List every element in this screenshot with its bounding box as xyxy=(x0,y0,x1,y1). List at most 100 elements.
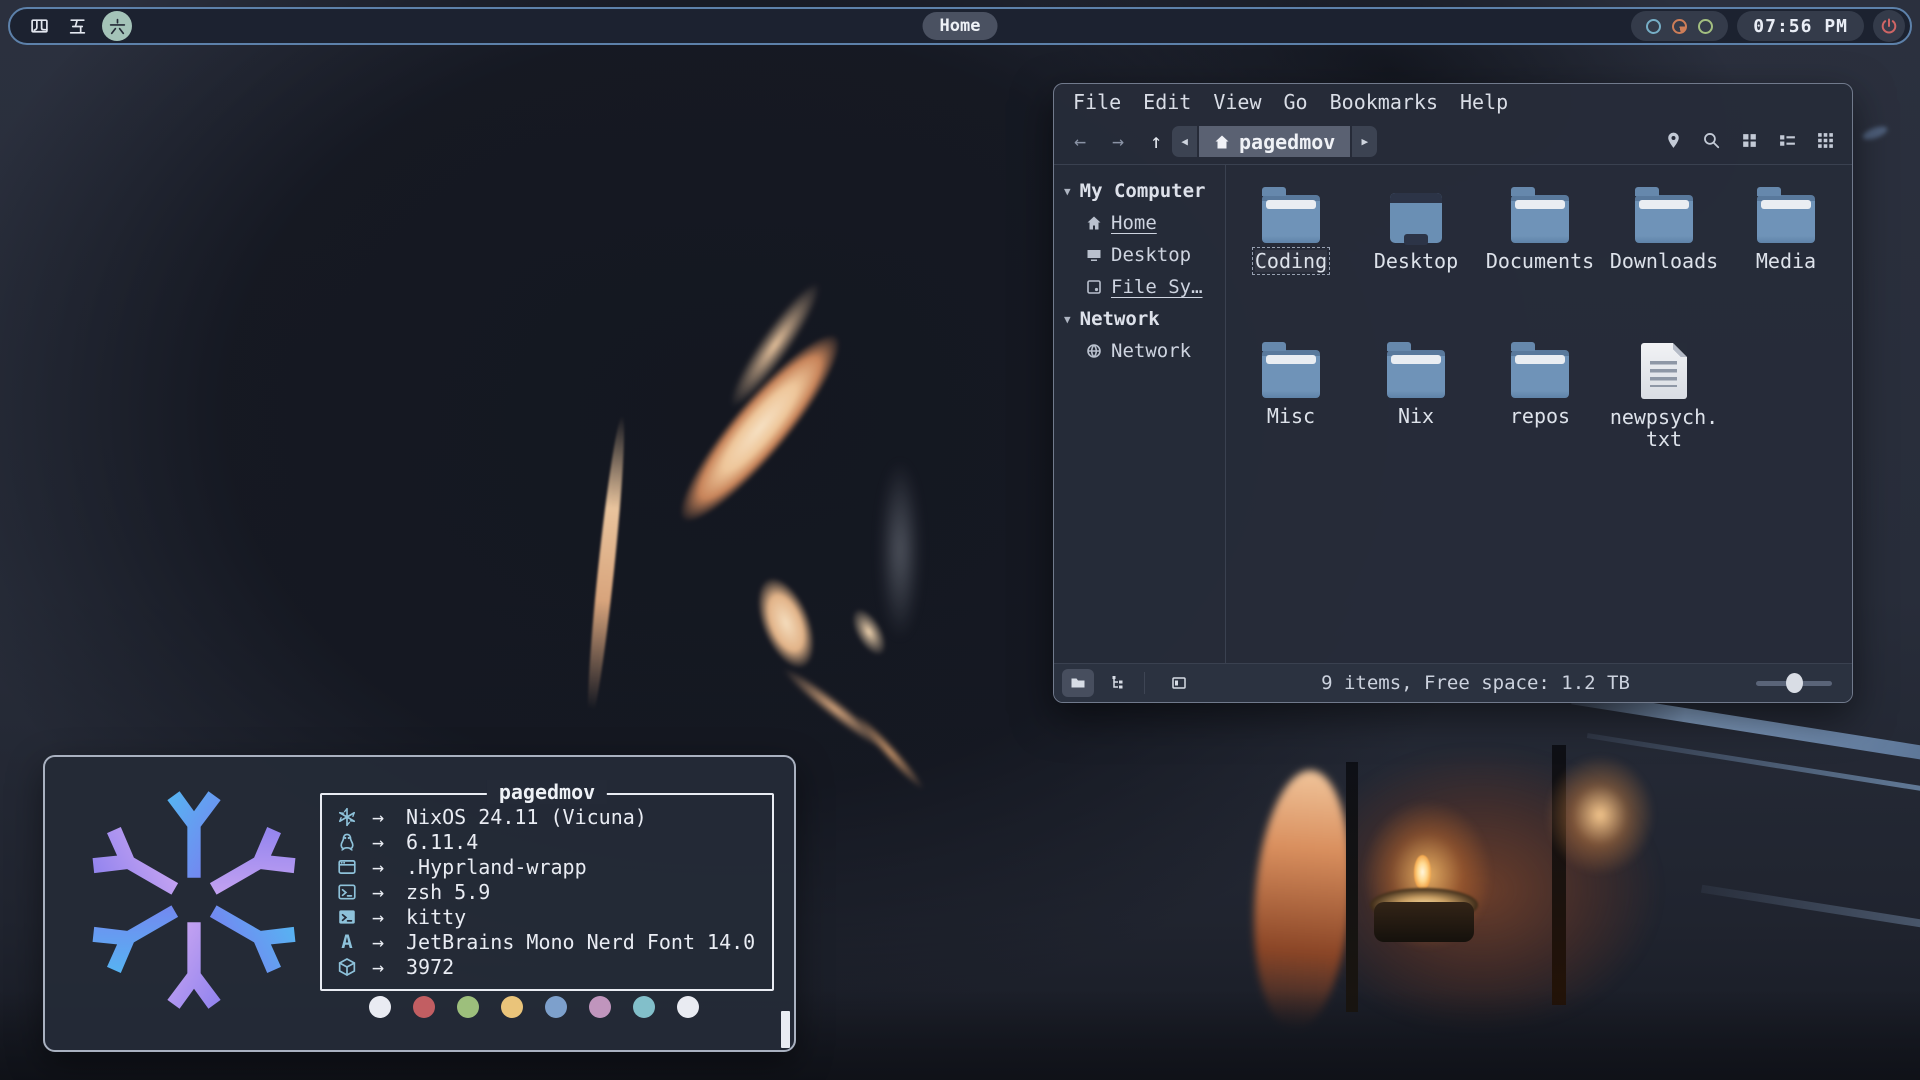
tree-pane-button[interactable] xyxy=(1102,669,1134,697)
topbar-right: 07:56 PM xyxy=(1631,10,1905,42)
file-item-documents[interactable]: Documents xyxy=(1484,185,1596,272)
palette-dot xyxy=(677,996,699,1018)
menu-file[interactable]: File xyxy=(1062,87,1132,117)
file-item-newpsych-txt[interactable]: newpsych.txt xyxy=(1608,340,1720,450)
sidebar-section-my-computer[interactable]: ▼ My Computer xyxy=(1054,175,1225,207)
back-arrow-icon: ← xyxy=(1074,129,1086,153)
path-prev-button[interactable]: ◀ xyxy=(1172,126,1197,157)
thumbnail-view-icon xyxy=(1816,131,1835,150)
workspace-4[interactable] xyxy=(26,13,52,39)
back-button[interactable]: ← xyxy=(1066,127,1094,155)
forward-arrow-icon: → xyxy=(1112,129,1124,153)
desktop: { "topbar": { "workspaces": [ {"label": … xyxy=(0,0,1920,1080)
sidebar-item-home[interactable]: Home xyxy=(1054,207,1225,239)
file-item-downloads[interactable]: Downloads xyxy=(1608,185,1720,272)
toolbar: ← → ↑ ◀ pagedmov ▶ xyxy=(1054,120,1852,164)
search-button[interactable] xyxy=(1701,130,1722,151)
home-icon xyxy=(1214,134,1230,150)
kanji-five-icon xyxy=(68,17,87,36)
home-icon xyxy=(1086,215,1102,231)
compact-view-icon xyxy=(1778,131,1797,150)
menu-go[interactable]: Go xyxy=(1273,87,1319,117)
arrow-icon: → xyxy=(372,930,406,954)
file-label: Media xyxy=(1756,250,1816,272)
linux-kernel-icon xyxy=(334,832,360,852)
clock: 07:56 PM xyxy=(1737,11,1864,41)
sidebar-item-file-system[interactable]: File Sy… xyxy=(1054,271,1225,303)
path-next-button[interactable]: ▶ xyxy=(1352,126,1377,157)
palette-dot xyxy=(589,996,611,1018)
folder-icon xyxy=(1387,350,1445,398)
compact-view-button[interactable] xyxy=(1777,130,1798,151)
sidebar-item-desktop[interactable]: Desktop xyxy=(1054,239,1225,271)
thumbnail-view-button[interactable] xyxy=(1815,130,1836,151)
sidebar-item-network[interactable]: Network xyxy=(1054,335,1225,367)
icon-view-button[interactable] xyxy=(1739,130,1760,151)
fastfetch-box: pagedmov → NixOS 24.11 (Vicuna) → 6.11.4 xyxy=(320,793,774,991)
sidebar-item-label: Home xyxy=(1111,212,1157,234)
file-item-media[interactable]: Media xyxy=(1730,185,1842,272)
terminal-window[interactable]: pagedmov → NixOS 24.11 (Vicuna) → 6.11.4 xyxy=(43,755,796,1052)
file-item-nix[interactable]: Nix xyxy=(1360,340,1472,427)
palette-dot xyxy=(633,996,655,1018)
top-bar: Home 07:56 PM xyxy=(8,7,1912,45)
shell-value: zsh 5.9 xyxy=(406,880,490,904)
sidebar-item-label: File Sy… xyxy=(1111,276,1203,298)
up-button[interactable]: ↑ xyxy=(1142,127,1170,155)
forward-button[interactable]: → xyxy=(1104,127,1132,155)
file-item-misc[interactable]: Misc xyxy=(1235,340,1347,427)
tray-circle-orange-icon[interactable] xyxy=(1672,19,1687,34)
workspace-6-active[interactable] xyxy=(102,11,132,41)
slider-knob[interactable] xyxy=(1786,673,1803,693)
file-item-coding[interactable]: Coding xyxy=(1235,185,1347,272)
fastfetch-row-shell: → zsh 5.9 xyxy=(334,879,772,904)
folder-icon xyxy=(1635,195,1693,243)
system-tray xyxy=(1631,11,1728,41)
location-pin-button[interactable] xyxy=(1663,130,1684,151)
kernel-value: 6.11.4 xyxy=(406,830,478,854)
workspace-5[interactable] xyxy=(64,13,90,39)
lantern-frame xyxy=(1346,762,1358,1012)
folder-icon xyxy=(1262,350,1320,398)
toggle-side-pane-button[interactable] xyxy=(1163,669,1195,697)
text-file-icon xyxy=(1641,343,1687,399)
sidebar-section-network[interactable]: ▼ Network xyxy=(1054,303,1225,335)
sidebar-item-label: Desktop xyxy=(1111,244,1191,266)
arrow-icon: → xyxy=(372,855,406,879)
file-label: repos xyxy=(1510,405,1570,427)
zoom-slider[interactable] xyxy=(1756,673,1832,693)
places-pane-button[interactable] xyxy=(1062,669,1094,697)
folder-icon xyxy=(1262,195,1320,243)
chevron-left-icon: ◀ xyxy=(1181,135,1188,148)
shell-icon xyxy=(334,882,360,902)
terminal-icon xyxy=(334,907,360,927)
text-lines xyxy=(1650,361,1677,387)
palette-dot xyxy=(413,996,435,1018)
folder-icon xyxy=(1757,195,1815,243)
menu-bar: File Edit View Go Bookmarks Help xyxy=(1054,84,1852,120)
path-segment-home[interactable]: pagedmov xyxy=(1199,126,1350,157)
nixos-logo xyxy=(83,789,305,1011)
fastfetch-hostname: pagedmov xyxy=(487,780,607,804)
menu-bookmarks[interactable]: Bookmarks xyxy=(1319,87,1449,117)
file-item-desktop[interactable]: Desktop xyxy=(1360,185,1472,272)
packages-icon xyxy=(334,957,360,977)
menu-help[interactable]: Help xyxy=(1449,87,1519,117)
file-item-repos[interactable]: repos xyxy=(1484,340,1596,427)
status-bar: 9 items, Free space: 1.2 TB xyxy=(1054,663,1852,702)
arrow-icon: → xyxy=(372,805,406,829)
menu-edit[interactable]: Edit xyxy=(1132,87,1202,117)
power-button[interactable] xyxy=(1873,10,1905,42)
tray-circle-green-icon[interactable] xyxy=(1698,19,1713,34)
file-label: Misc xyxy=(1267,405,1315,427)
tray-circle-blue-icon[interactable] xyxy=(1646,19,1661,34)
chevron-right-icon: ▶ xyxy=(1362,135,1369,148)
icon-view-icon xyxy=(1740,131,1759,150)
expander-icon: ▼ xyxy=(1064,185,1071,198)
desktop-icon xyxy=(1086,247,1102,263)
palette-dot xyxy=(501,996,523,1018)
side-panel-icon xyxy=(1171,675,1187,691)
menu-view[interactable]: View xyxy=(1202,87,1272,117)
file-label: Documents xyxy=(1486,250,1594,272)
search-icon xyxy=(1702,131,1721,150)
